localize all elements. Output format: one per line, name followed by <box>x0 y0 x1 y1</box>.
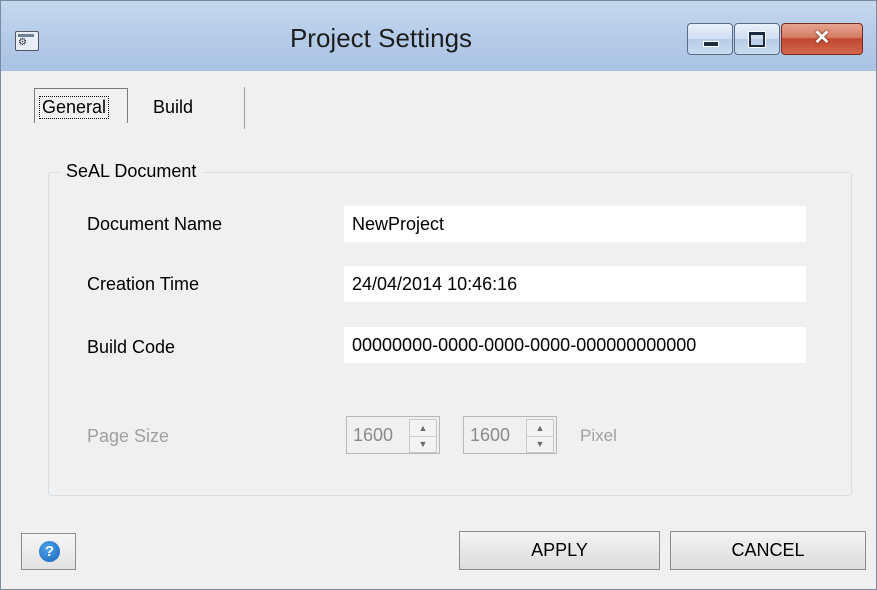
creation-time-field[interactable]: 24/04/2014 10:46:16 <box>344 266 806 302</box>
minimize-button[interactable] <box>687 23 733 55</box>
title-bar[interactable]: ⚙ Project Settings ✕ <box>1 1 876 71</box>
spinner-down-icon[interactable]: ▼ <box>527 436 553 452</box>
page-size-unit: Pixel <box>580 426 617 445</box>
apply-button[interactable]: APPLY <box>459 531 660 570</box>
maximize-button[interactable] <box>734 23 780 55</box>
tab-general[interactable]: General <box>34 88 128 123</box>
project-settings-window: ⚙ Project Settings ✕ General Build SeAL … <box>0 0 877 590</box>
build-code-label: Build Code <box>87 337 176 357</box>
minimize-icon <box>703 41 719 47</box>
page-height-spinner[interactable]: 1600 ▲ ▼ <box>463 416 557 454</box>
maximize-icon <box>749 32 765 47</box>
window-title: Project Settings <box>289 23 473 53</box>
page-width-arrows: ▲ ▼ <box>409 419 437 453</box>
spinner-up-icon[interactable]: ▲ <box>410 420 436 437</box>
group-title: SeAL Document <box>60 161 203 182</box>
close-button[interactable]: ✕ <box>781 23 863 55</box>
build-code-field[interactable]: 00000000-0000-0000-0000-000000000000 <box>344 327 806 363</box>
tab-divider <box>244 87 245 129</box>
spinner-down-icon[interactable]: ▼ <box>410 436 436 452</box>
document-name-field[interactable]: NewProject <box>344 206 806 242</box>
page-height-value: 1600 <box>470 425 511 445</box>
cancel-button[interactable]: CANCEL <box>670 531 866 570</box>
document-name-label: Document Name <box>87 214 223 234</box>
tab-build[interactable]: Build <box>153 97 193 118</box>
help-icon: ? <box>39 541 60 562</box>
help-button[interactable]: ? <box>21 533 76 570</box>
spinner-up-icon[interactable]: ▲ <box>527 420 553 437</box>
page-height-arrows: ▲ ▼ <box>526 419 554 453</box>
page-width-spinner[interactable]: 1600 ▲ ▼ <box>346 416 440 454</box>
close-icon: ✕ <box>813 27 831 49</box>
page-size-label: Page Size <box>87 426 170 446</box>
tab-general-label: General <box>39 96 110 119</box>
page-width-value: 1600 <box>353 425 394 445</box>
creation-time-label: Creation Time <box>87 274 200 294</box>
